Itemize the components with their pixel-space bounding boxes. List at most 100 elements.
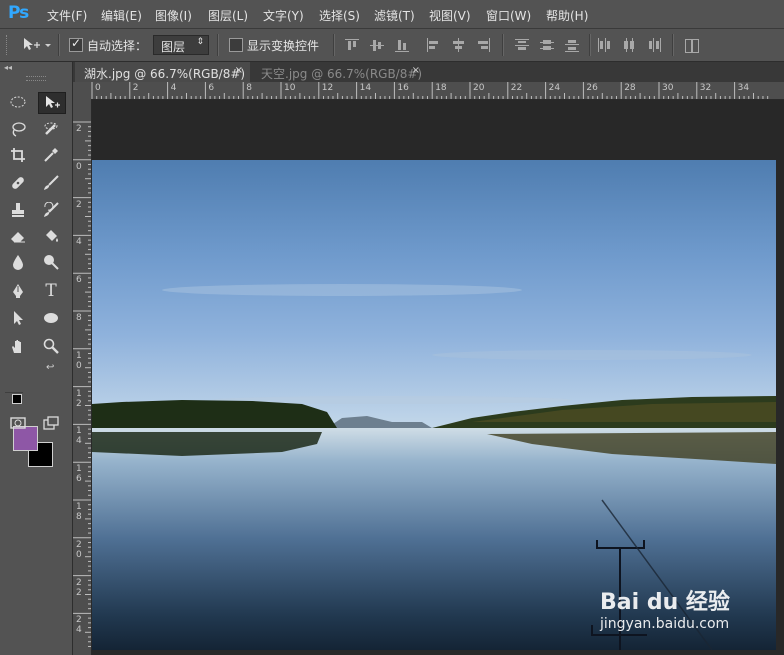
ruler-label: 34 [737, 83, 750, 93]
tool-preset-picker[interactable] [21, 36, 51, 54]
move-tool-icon[interactable] [38, 92, 66, 114]
ellipse-tool-icon[interactable] [38, 307, 64, 329]
menu-edit[interactable]: 编辑(E) [101, 7, 142, 24]
options-grip [6, 35, 9, 55]
quick-selection-tool-icon[interactable] [38, 118, 64, 140]
menu-select[interactable]: 选择(S) [319, 7, 360, 24]
type-tool-icon[interactable]: T [38, 280, 64, 302]
separator [217, 34, 219, 56]
ruler-ticks [73, 121, 91, 647]
ruler-label: 0 [95, 83, 101, 93]
menu-image[interactable]: 图像(I) [155, 7, 192, 24]
dodge-tool-icon[interactable] [38, 251, 64, 273]
crop-tool-icon[interactable] [5, 144, 31, 166]
ruler-label: 2 2 [76, 577, 82, 598]
menu-help[interactable]: 帮助(H) [546, 7, 588, 24]
ruler-label: 1 4 [76, 426, 82, 447]
document-tab-sky[interactable]: 天空.jpg @ 66.7%(RGB/8#) × [252, 62, 427, 82]
ruler-label: 18 [435, 83, 447, 93]
ruler-label: 30 [662, 83, 674, 93]
auto-select-target-value: 图层 [161, 40, 186, 54]
distribute-right-edges-icon[interactable] [647, 38, 661, 52]
ruler-label: 14 [359, 83, 372, 93]
auto-align-layers-icon[interactable] [684, 38, 699, 53]
distribute-left-edges-icon[interactable] [597, 38, 611, 52]
document-tab-lake[interactable]: 湖水.jpg @ 66.7%(RGB/8#) × [75, 62, 250, 82]
screen-mode-icon[interactable] [38, 412, 64, 434]
photoshop-logo: Ps [8, 3, 29, 23]
vertical-ruler[interactable]: 2 0 2 4 6 8 1 0 1 2 1 4 1 6 1 8 2 0 2 2 2 4 [73, 99, 92, 655]
lasso-tool-icon[interactable] [5, 118, 31, 140]
ruler-label: 10 [284, 83, 296, 93]
close-icon[interactable]: × [235, 65, 243, 76]
ruler-label: 12 [321, 83, 334, 93]
ruler-label: 2 0 [76, 539, 82, 560]
document-tab-bar: 湖水.jpg @ 66.7%(RGB/8#) × 天空.jpg @ 66.7%(… [73, 62, 784, 82]
menu-view[interactable]: 视图(V) [429, 7, 471, 24]
align-right-edges-icon[interactable] [476, 38, 490, 52]
clone-stamp-tool-icon[interactable] [5, 199, 31, 221]
align-vertical-centers-icon[interactable] [370, 38, 384, 52]
close-icon[interactable]: × [412, 65, 420, 76]
history-brush-tool-icon[interactable] [38, 199, 64, 221]
healing-brush-tool-icon[interactable] [5, 172, 31, 194]
auto-select-target-dropdown[interactable]: 图层 ⇕ [153, 35, 209, 55]
path-selection-tool-icon[interactable] [5, 307, 31, 329]
ruler-origin[interactable] [73, 82, 91, 99]
menu-file[interactable]: 文件(F) [47, 7, 87, 24]
distribute-top-edges-icon[interactable] [515, 38, 529, 52]
horizontal-ruler[interactable]: 0 2 4 6 8 10 12 14 16 18 20 22 24 26 28 30 32 34 [91, 82, 784, 100]
auto-select-checkbox[interactable] [69, 36, 83, 52]
watermark-brand: Bai du 经验 [600, 590, 730, 615]
distribute-vertical-centers-icon[interactable] [540, 38, 554, 52]
align-bottom-edges-icon[interactable] [395, 38, 409, 52]
eraser-tool-icon[interactable] [5, 225, 31, 247]
ruler-label: 20 [473, 83, 485, 93]
menu-layer[interactable]: 图层(L) [208, 7, 248, 24]
zoom-tool-icon[interactable] [38, 335, 64, 357]
menu-type[interactable]: 文字(Y) [263, 7, 304, 24]
pen-tool-icon[interactable] [5, 280, 31, 302]
separator [589, 34, 591, 56]
distribute-bottom-edges-icon[interactable] [565, 38, 579, 52]
ruler-label: 1 2 [76, 388, 82, 409]
brush-tool-icon[interactable] [38, 172, 64, 194]
document-tab-title: 天空.jpg @ 66.7%(RGB/8#) [261, 67, 423, 81]
align-left-edges-icon[interactable] [426, 38, 440, 52]
menu-filter[interactable]: 滤镜(T) [374, 7, 415, 24]
distribute-horizontal-centers-icon[interactable] [622, 38, 636, 52]
ruler-label: 2 4 [76, 615, 82, 636]
panel-grip[interactable] [26, 76, 46, 81]
eyedropper-tool-icon[interactable] [38, 144, 64, 166]
blur-tool-icon[interactable] [5, 251, 31, 273]
ruler-label: 1 6 [76, 464, 82, 485]
paint-bucket-tool-icon[interactable] [38, 225, 64, 247]
ruler-label: 6 [208, 83, 215, 93]
ruler-label: 16 [397, 83, 409, 93]
ruler-label: 2 [132, 83, 139, 93]
collapse-panel-icon[interactable]: ◂◂ [4, 63, 12, 72]
ruler-label: 1 0 [76, 350, 82, 371]
default-colors-icon[interactable] [12, 394, 22, 404]
document-tab-title: 湖水.jpg @ 66.7%(RGB/8#) [84, 67, 246, 81]
divider [5, 392, 23, 393]
marquee-tool-icon[interactable] [5, 91, 31, 113]
tools-panel: ◂◂ T ↩ [0, 62, 73, 655]
auto-select-label: 自动选择： [87, 39, 148, 53]
options-bar: 自动选择： 图层 ⇕ 显示变换控件 [0, 29, 784, 62]
hand-tool-icon[interactable] [5, 335, 31, 357]
ruler-label: 26 [586, 83, 598, 93]
separator [672, 34, 674, 56]
menu-bar: Ps 文件(F) 编辑(E) 图像(I) 图层(L) 文字(Y) 选择(S) 滤… [0, 0, 784, 29]
quick-mask-icon[interactable] [5, 412, 31, 434]
menu-window[interactable]: 窗口(W) [486, 7, 531, 24]
show-transform-controls-checkbox[interactable] [229, 38, 243, 52]
ruler-label: 2 [76, 124, 82, 134]
watermark-url: jingyan.baidu.com [600, 616, 730, 632]
ruler-label: 28 [624, 83, 636, 93]
align-horizontal-centers-icon[interactable] [451, 38, 465, 52]
swap-colors-icon[interactable]: ↩ [46, 362, 54, 373]
ruler-label: 24 [548, 83, 561, 93]
align-top-edges-icon[interactable] [345, 38, 359, 52]
ruler-label: 4 [76, 237, 82, 248]
